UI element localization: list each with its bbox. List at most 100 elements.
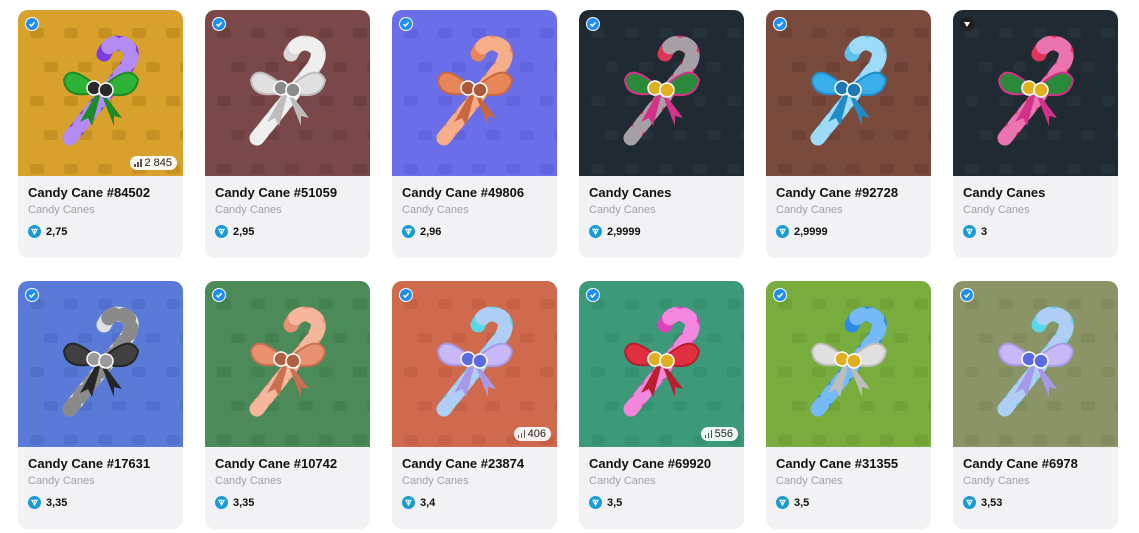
nft-collection-name: Candy Canes bbox=[776, 204, 843, 216]
verified-badge-icon bbox=[399, 17, 413, 31]
nft-info: Candy Cane #84502 Candy Canes 2,75 bbox=[18, 176, 183, 238]
nft-info: Candy Cane #92728 Candy Canes 2,9999 bbox=[766, 176, 931, 238]
nft-price: 2,96 bbox=[402, 225, 547, 238]
nft-collection-name: Candy Canes bbox=[28, 475, 95, 487]
nft-info: Candy Cane #23874 Candy Canes 3,4 bbox=[392, 447, 557, 509]
signal-bars-icon bbox=[704, 430, 713, 438]
candy-cane-illustration bbox=[18, 10, 183, 176]
nft-title: Candy Cane #10742 bbox=[215, 456, 338, 471]
nft-title: Candy Cane #23874 bbox=[402, 456, 525, 471]
nft-image bbox=[18, 281, 183, 447]
ton-currency-icon bbox=[402, 225, 415, 238]
nft-image bbox=[953, 10, 1118, 176]
nft-card[interactable]: Candy Canes Candy Canes 3 bbox=[953, 10, 1118, 258]
price-value: 2,95 bbox=[233, 225, 255, 238]
verified-badge-icon bbox=[773, 17, 787, 31]
supply-count: 2 845 bbox=[144, 157, 172, 169]
nft-price: 2,75 bbox=[28, 225, 173, 238]
nft-title: Candy Cane #51059 bbox=[215, 185, 338, 200]
nft-info: Candy Cane #51059 Candy Canes 2,95 bbox=[205, 176, 370, 238]
nft-image: 556 bbox=[579, 281, 744, 447]
verified-badge-icon bbox=[586, 17, 600, 31]
verified-badge-icon bbox=[586, 288, 600, 302]
candy-cane-illustration bbox=[766, 10, 931, 176]
nft-card[interactable]: Candy Cane #51059 Candy Canes 2,95 bbox=[205, 10, 370, 258]
nft-collection-name: Candy Canes bbox=[28, 204, 95, 216]
nft-card[interactable]: Candy Cane #49806 Candy Canes 2,96 bbox=[392, 10, 557, 258]
ton-currency-icon bbox=[402, 496, 415, 509]
nft-price: 2,95 bbox=[215, 225, 360, 238]
nft-card[interactable]: Candy Cane #17631 Candy Canes 3,35 bbox=[18, 281, 183, 529]
verified-badge-icon bbox=[25, 17, 39, 31]
nft-price: 3,53 bbox=[963, 496, 1108, 509]
nft-title: Candy Cane #31355 bbox=[776, 456, 899, 471]
nft-card[interactable]: Candy Canes Candy Canes 2,9999 bbox=[579, 10, 744, 258]
verified-badge-icon bbox=[399, 288, 413, 302]
ton-currency-icon bbox=[963, 496, 976, 509]
candy-cane-illustration bbox=[392, 10, 557, 176]
ton-currency-icon bbox=[28, 496, 41, 509]
nft-info: Candy Cane #6978 Candy Canes 3,53 bbox=[953, 447, 1118, 509]
nft-info: Candy Cane #17631 Candy Canes 3,35 bbox=[18, 447, 183, 509]
price-value: 3 bbox=[981, 225, 988, 238]
nft-card[interactable]: 406 Candy Cane #23874 Candy Canes 3,4 bbox=[392, 281, 557, 529]
ton-currency-icon bbox=[215, 496, 228, 509]
verified-badge-icon bbox=[960, 288, 974, 302]
nft-card[interactable]: 2 845 Candy Cane #84502 Candy Canes 2,75 bbox=[18, 10, 183, 258]
supply-count: 556 bbox=[714, 428, 733, 440]
price-value: 2,9999 bbox=[794, 225, 828, 238]
price-value: 3,5 bbox=[607, 496, 623, 509]
verified-badge-icon bbox=[212, 17, 226, 31]
nft-image: 2 845 bbox=[18, 10, 183, 176]
nft-info: Candy Canes Candy Canes 3 bbox=[953, 176, 1118, 238]
signal-bars-icon bbox=[517, 430, 526, 438]
nft-price: 2,9999 bbox=[776, 225, 921, 238]
nft-info: Candy Cane #31355 Candy Canes 3,5 bbox=[766, 447, 931, 509]
candy-cane-illustration bbox=[205, 281, 370, 447]
nft-price: 3 bbox=[963, 225, 1108, 238]
nft-title: Candy Cane #69920 bbox=[589, 456, 712, 471]
nft-price: 3,5 bbox=[776, 496, 921, 509]
price-value: 3,53 bbox=[981, 496, 1003, 509]
nft-collection-name: Candy Canes bbox=[589, 204, 656, 216]
nft-collection-name: Candy Canes bbox=[776, 475, 843, 487]
nft-collection-name: Candy Canes bbox=[963, 204, 1030, 216]
ton-currency-icon bbox=[28, 225, 41, 238]
nft-title: Candy Canes bbox=[963, 185, 1046, 200]
nft-card[interactable]: Candy Cane #31355 Candy Canes 3,5 bbox=[766, 281, 931, 529]
nft-title: Candy Cane #49806 bbox=[402, 185, 525, 200]
signal-bars-icon bbox=[134, 159, 142, 167]
price-value: 2,96 bbox=[420, 225, 442, 238]
nft-card[interactable]: Candy Cane #6978 Candy Canes 3,53 bbox=[953, 281, 1118, 529]
supply-count: 406 bbox=[527, 428, 546, 440]
nft-info: Candy Canes Candy Canes 2,9999 bbox=[579, 176, 744, 238]
supply-count-badge: 2 845 bbox=[130, 156, 177, 170]
candy-cane-illustration bbox=[205, 10, 370, 176]
candy-cane-illustration bbox=[953, 10, 1118, 176]
nft-image bbox=[205, 281, 370, 447]
nft-image bbox=[205, 10, 370, 176]
nft-card[interactable]: Candy Cane #92728 Candy Canes 2,9999 bbox=[766, 10, 931, 258]
nft-price: 3,5 bbox=[589, 496, 734, 509]
verified-badge-icon bbox=[212, 288, 226, 302]
nft-image: 406 bbox=[392, 281, 557, 447]
nft-card[interactable]: Candy Cane #10742 Candy Canes 3,35 bbox=[205, 281, 370, 529]
price-value: 3,4 bbox=[420, 496, 436, 509]
nft-info: Candy Cane #10742 Candy Canes 3,35 bbox=[205, 447, 370, 509]
nft-card[interactable]: 556 Candy Cane #69920 Candy Canes 3,5 bbox=[579, 281, 744, 529]
nft-collection-name: Candy Canes bbox=[589, 475, 656, 487]
candy-cane-illustration bbox=[953, 281, 1118, 447]
supply-count-badge: 556 bbox=[700, 427, 738, 441]
nft-image bbox=[579, 10, 744, 176]
ton-currency-icon bbox=[776, 496, 789, 509]
nft-price: 2,9999 bbox=[589, 225, 734, 238]
ton-currency-icon bbox=[589, 496, 602, 509]
telegram-badge-icon bbox=[960, 17, 974, 31]
nft-title: Candy Cane #92728 bbox=[776, 185, 899, 200]
ton-currency-icon bbox=[215, 225, 228, 238]
price-value: 3,5 bbox=[794, 496, 810, 509]
supply-count-badge: 406 bbox=[513, 427, 551, 441]
candy-cane-illustration bbox=[579, 281, 744, 447]
nft-image bbox=[766, 10, 931, 176]
nft-info: Candy Cane #49806 Candy Canes 2,96 bbox=[392, 176, 557, 238]
